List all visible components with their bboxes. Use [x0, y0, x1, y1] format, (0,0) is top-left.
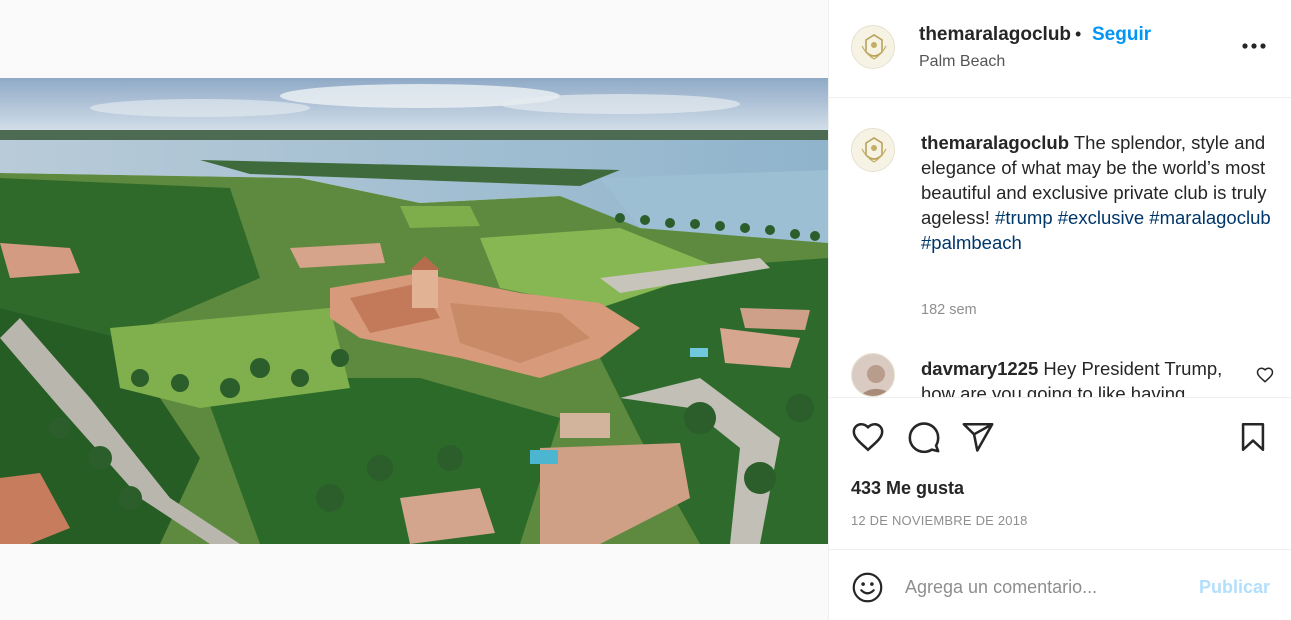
- caption-timestamp[interactable]: 182 sem: [921, 302, 977, 318]
- crest-logo-icon: [852, 26, 894, 68]
- user-photo-icon: [852, 354, 894, 396]
- post-caption: themaralagoclub The splendor, style and …: [921, 130, 1281, 255]
- follow-button[interactable]: Seguir: [1092, 24, 1151, 46]
- bookmark-icon[interactable]: [1236, 420, 1270, 454]
- post-photo[interactable]: [0, 78, 828, 544]
- post-side-panel: themaralagoclub • Seguir Palm Beach them…: [828, 0, 1291, 620]
- speech-bubble-icon[interactable]: [907, 420, 941, 454]
- likes-count[interactable]: 433 Me gusta: [851, 478, 964, 499]
- crest-logo-icon: [852, 129, 894, 171]
- comment-composer: Publicar: [829, 550, 1291, 620]
- commenter-avatar[interactable]: [851, 353, 895, 397]
- publish-button[interactable]: Publicar: [1199, 577, 1270, 598]
- media-area: [0, 0, 828, 620]
- post-header: themaralagoclub • Seguir Palm Beach: [829, 0, 1291, 98]
- more-options-icon[interactable]: [1237, 36, 1271, 56]
- profile-avatar[interactable]: [851, 25, 895, 69]
- post-actions: 433 Me gusta 12 DE NOVIEMBRE DE 2018: [829, 398, 1291, 550]
- separator-dot: •: [1075, 24, 1082, 44]
- heart-icon[interactable]: [851, 420, 885, 454]
- hashtag-link[interactable]: #exclusive: [1058, 207, 1144, 228]
- comments-list[interactable]: themaralagoclub The splendor, style and …: [829, 98, 1291, 398]
- caption-author-avatar[interactable]: [851, 128, 895, 172]
- post-author-username[interactable]: themaralagoclub: [919, 24, 1071, 46]
- hashtag-link[interactable]: #maralagoclub: [1149, 207, 1270, 228]
- instagram-post-modal: themaralagoclub • Seguir Palm Beach them…: [0, 0, 1291, 620]
- hashtag-link[interactable]: #palmbeach: [921, 232, 1022, 253]
- comment-input[interactable]: [905, 572, 1175, 602]
- comment-like-heart-icon[interactable]: [1256, 366, 1274, 384]
- paper-plane-icon[interactable]: [961, 420, 995, 454]
- post-date[interactable]: 12 DE NOVIEMBRE DE 2018: [851, 513, 1028, 528]
- emoji-smiley-icon[interactable]: [851, 571, 884, 604]
- post-location[interactable]: Palm Beach: [919, 53, 1005, 71]
- caption-username[interactable]: themaralagoclub: [921, 132, 1069, 153]
- comment-item: davmary1225 Hey President Trump, how are…: [921, 356, 1251, 397]
- comment-username[interactable]: davmary1225: [921, 358, 1038, 379]
- hashtag-link[interactable]: #trump: [995, 207, 1053, 228]
